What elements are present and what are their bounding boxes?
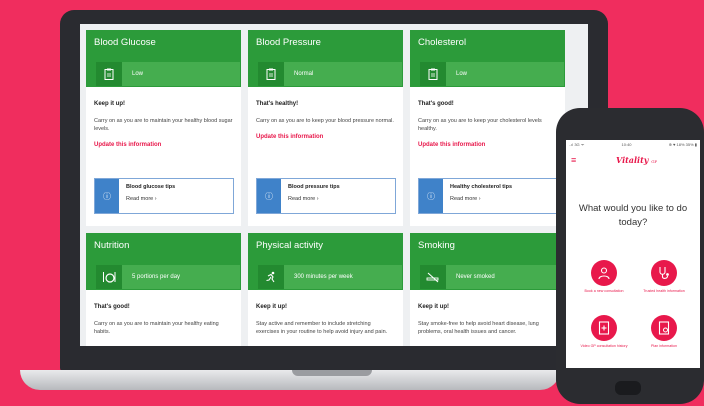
card-title: Cholesterol xyxy=(418,37,467,48)
app-logo: Vitality GP xyxy=(616,155,658,165)
action-label: Book a new consultation xyxy=(584,289,624,293)
consultation-history-button[interactable]: Video GP consultation history xyxy=(579,315,629,349)
status-value: Normal xyxy=(294,71,314,77)
cholesterol-card: Cholesterol Low That's good! Carry on as… xyxy=(410,30,565,226)
clipboard-icon xyxy=(258,62,284,86)
nutrition-card: Nutrition 5 portions per day That's good… xyxy=(86,233,241,346)
status-band: Low xyxy=(420,62,564,86)
action-label: Video GP consultation history xyxy=(580,344,628,348)
update-link[interactable]: Update this information xyxy=(418,142,557,148)
update-link[interactable]: Update this information xyxy=(256,134,395,140)
smoking-card: Smoking Never smoked Keep it up! Stay sm… xyxy=(410,233,565,346)
health-info-button[interactable]: Trusted health information xyxy=(639,260,689,294)
phone-home-button xyxy=(615,381,641,395)
status-band: 5 portions per day xyxy=(96,265,240,289)
message-text: Stay active and remember to include stre… xyxy=(256,321,388,335)
card-title: Physical activity xyxy=(256,240,324,251)
page-question: What would you like to do today? xyxy=(578,203,688,228)
message-title: That's good! xyxy=(94,304,130,310)
menu-icon[interactable]: ≡ xyxy=(571,156,576,165)
status-bar: ..ıl 3G ᯤ 10:40 ⊕ ♥ 18% 35% ▮ xyxy=(569,142,697,150)
info-icon: ⓘ xyxy=(419,179,443,213)
tip-title: Healthy cholesterol tips xyxy=(450,184,513,190)
message-title: That's healthy! xyxy=(256,101,299,107)
status-value: Low xyxy=(132,71,144,77)
plan-icon xyxy=(651,315,677,341)
action-label: Plan information xyxy=(651,344,677,348)
stethoscope-icon xyxy=(651,260,677,286)
signal-indicator: ..ıl 3G ᯤ xyxy=(569,142,585,147)
message-title: Keep it up! xyxy=(256,304,287,310)
tips-box[interactable]: ⓘ Blood pressure tips Read more › xyxy=(256,178,396,214)
read-more-link[interactable]: Read more › xyxy=(288,196,340,202)
laptop-notch xyxy=(292,370,372,376)
phone-screen: ..ıl 3G ᯤ 10:40 ⊕ ♥ 18% 35% ▮ ≡ Vitality… xyxy=(566,140,700,368)
info-icon: ⓘ xyxy=(257,179,281,213)
battery-indicator: ⊕ ♥ 18% 35% ▮ xyxy=(668,142,697,147)
blood-glucose-card: Blood Glucose Low Keep it up! Carry on a… xyxy=(86,30,241,226)
clock: 10:40 xyxy=(621,142,632,147)
blood-pressure-card: Blood Pressure Normal That's healthy! Ca… xyxy=(248,30,403,226)
read-more-link[interactable]: Read more › xyxy=(450,196,512,202)
clipboard-icon xyxy=(96,62,122,86)
history-icon xyxy=(591,315,617,341)
laptop-base xyxy=(20,370,560,390)
card-title: Blood Pressure xyxy=(256,37,321,48)
message-title: Keep it up! xyxy=(94,101,125,107)
status-value: 5 portions per day xyxy=(132,274,181,280)
status-value: Low xyxy=(456,71,468,77)
app-bar: ≡ Vitality GP xyxy=(566,152,700,168)
message-text: Carry on as you are to keep your cholest… xyxy=(418,118,542,132)
status-band: Normal xyxy=(258,62,402,86)
laptop-screen: Blood Glucose Low Keep it up! Carry on a… xyxy=(80,24,588,346)
health-cards-grid: Blood Glucose Low Keep it up! Carry on a… xyxy=(86,30,565,346)
clipboard-icon xyxy=(420,62,446,86)
status-value: 300 minutes per week xyxy=(294,274,353,280)
message-title: Keep it up! xyxy=(418,304,449,310)
book-consultation-button[interactable]: Book a new consultation xyxy=(579,260,629,294)
card-title: Nutrition xyxy=(94,240,130,251)
update-link[interactable]: Update this information xyxy=(94,142,233,148)
tips-box[interactable]: ⓘ Blood glucose tips Read more › xyxy=(94,178,234,214)
message-text: Carry on as you are to maintain your hea… xyxy=(94,118,233,132)
plate-icon xyxy=(96,265,122,289)
status-band: Low xyxy=(96,62,240,86)
plan-information-button[interactable]: Plan information xyxy=(639,315,689,349)
card-title: Blood Glucose xyxy=(94,37,156,48)
status-band: 300 minutes per week xyxy=(258,265,402,289)
status-band: Never smoked xyxy=(420,265,564,289)
tip-title: Blood glucose tips xyxy=(126,184,176,190)
info-icon: ⓘ xyxy=(95,179,119,213)
tips-box[interactable]: ⓘ Healthy cholesterol tips Read more › xyxy=(418,178,558,214)
status-value: Never smoked xyxy=(456,274,495,280)
message-text: Carry on as you are to keep your blood p… xyxy=(256,118,394,124)
physical-activity-card: Physical activity 300 minutes per week K… xyxy=(248,233,403,346)
message-text: Carry on as you are to maintain your hea… xyxy=(94,321,219,335)
message-title: That's good! xyxy=(418,101,454,107)
doctor-icon xyxy=(591,260,617,286)
read-more-link[interactable]: Read more › xyxy=(126,196,175,202)
runner-icon xyxy=(258,265,284,289)
message-text: Stay smoke-free to help avoid heart dise… xyxy=(418,321,539,335)
tip-title: Blood pressure tips xyxy=(288,184,340,190)
no-smoking-icon xyxy=(420,265,446,289)
action-label: Trusted health information xyxy=(643,289,685,293)
card-title: Smoking xyxy=(418,240,455,251)
